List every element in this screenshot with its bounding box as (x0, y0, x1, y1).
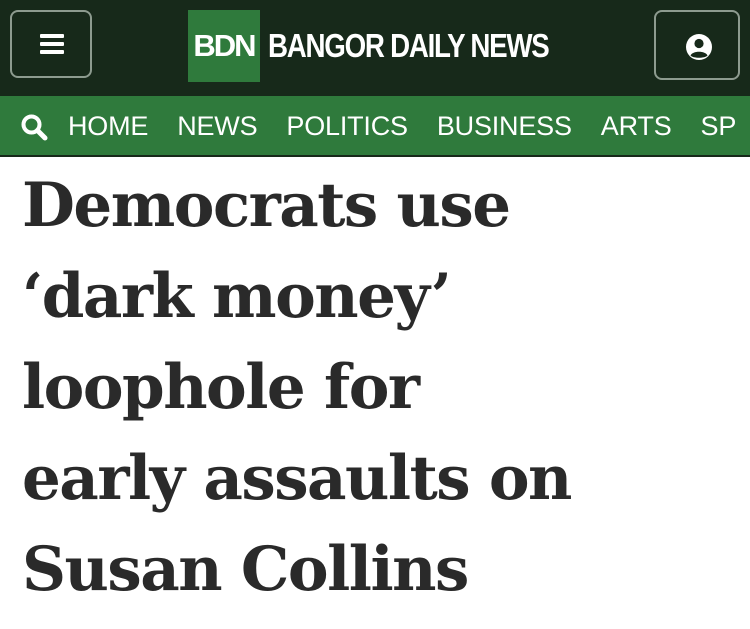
headline-line: ‘dark money’ (22, 261, 452, 332)
nav-item-arts[interactable]: ARTS (601, 96, 672, 156)
search-icon[interactable] (20, 113, 48, 141)
article-headline: Democrats use ‘dark money’ loophole for … (22, 160, 742, 615)
nav-items: HOME NEWS POLITICS BUSINESS ARTS SP (68, 96, 736, 156)
hamburger-menu-icon (40, 34, 64, 54)
site-logo-abbr[interactable]: BDN (188, 10, 260, 82)
site-logo-name[interactable]: BANGOR DAILY NEWS (268, 26, 550, 66)
headline-line: loophole for (22, 352, 420, 423)
nav-divider (0, 155, 750, 157)
headline-line: Susan Collins (22, 534, 469, 605)
headline-line: Democrats use (22, 170, 511, 241)
menu-button[interactable] (10, 10, 92, 78)
nav-item-politics[interactable]: POLITICS (286, 96, 408, 156)
headline-line: early assaults on (22, 443, 572, 514)
account-button[interactable] (654, 10, 740, 80)
site-header: BDN BANGOR DAILY NEWS (0, 0, 750, 96)
nav-item-business[interactable]: BUSINESS (437, 96, 572, 156)
nav-item-sp[interactable]: SP (701, 96, 737, 156)
nav-item-home[interactable]: HOME (68, 96, 148, 156)
user-account-icon (686, 34, 712, 60)
nav-item-news[interactable]: NEWS (177, 96, 257, 156)
main-navigation: HOME NEWS POLITICS BUSINESS ARTS SP (0, 96, 750, 156)
